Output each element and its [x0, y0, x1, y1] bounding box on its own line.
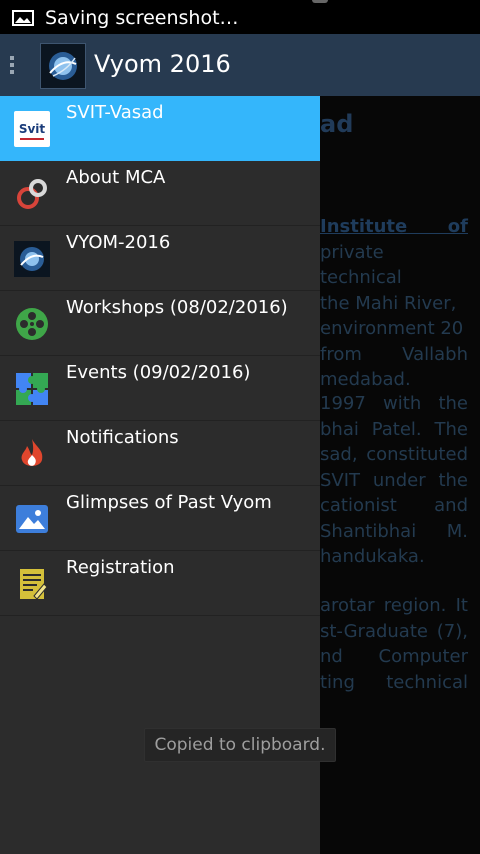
- drawer-item-events[interactable]: Events (09/02/2016): [0, 356, 320, 421]
- para-line: the Mahi River,: [320, 292, 457, 314]
- para-line: bhai Patel. The: [320, 418, 468, 440]
- para-line: from Vallabh: [320, 343, 468, 365]
- para-line: environment 20: [320, 318, 464, 339]
- para-line: 1997 with the: [320, 393, 468, 414]
- svit-logo-icon: Svit: [14, 111, 50, 147]
- content-paragraph-2: 1997 with the bhai Patel. The sad, const…: [320, 391, 468, 570]
- para-line: st-Graduate (7),: [320, 620, 468, 642]
- drawer-item-workshops[interactable]: Workshops (08/02/2016): [0, 291, 320, 356]
- drawer-menu-icon[interactable]: [8, 54, 16, 78]
- film-reel-icon: [16, 308, 48, 340]
- para-line: private technical: [320, 241, 402, 289]
- para-line: cationist and: [320, 495, 468, 516]
- drawer-item-label: Registration: [66, 557, 175, 578]
- para-line: nd Computer: [320, 646, 468, 667]
- para-line: arotar region. It: [320, 595, 468, 616]
- drawer-item-notifications[interactable]: Notifications: [0, 421, 320, 486]
- drawer-item-label: VYOM-2016: [66, 232, 171, 253]
- drawer-item-svit-vasad[interactable]: Svit SVIT-Vasad: [0, 96, 320, 161]
- para-line: ting technical: [320, 671, 468, 693]
- para-line: Shantibhai M.: [320, 520, 468, 542]
- drawer-item-label: Glimpses of Past Vyom: [66, 492, 272, 513]
- app-title: Vyom 2016: [94, 50, 231, 78]
- drawer-item-label: SVIT-Vasad: [66, 102, 164, 123]
- drawer-item-label: Workshops (08/02/2016): [66, 297, 288, 318]
- mca-icon: [17, 179, 47, 209]
- action-bar: Vyom 2016: [0, 34, 480, 96]
- background-content: ad Institute of private technical the Ma…: [320, 96, 480, 854]
- vyom-logo-icon[interactable]: [40, 43, 86, 89]
- drawer-item-label: Notifications: [66, 427, 179, 448]
- document-icon: [20, 569, 48, 600]
- status-text: Saving screenshot…: [45, 7, 239, 29]
- status-bar: Saving screenshot…: [0, 0, 480, 34]
- picture-icon: [16, 505, 48, 533]
- drawer-item-vyom-2016[interactable]: VYOM-2016: [0, 226, 320, 291]
- toast-message: Copied to clipboard.: [144, 728, 336, 762]
- svg-text:Svit: Svit: [19, 122, 46, 136]
- puzzle-icon: [16, 373, 48, 405]
- image-icon: [12, 10, 34, 26]
- drawer-item-glimpses[interactable]: Glimpses of Past Vyom: [0, 486, 320, 551]
- vyom-logo-icon: [14, 241, 50, 277]
- status-indicator: [312, 0, 328, 3]
- content-paragraph-3: arotar region. It st-Graduate (7), nd Co…: [320, 593, 468, 695]
- para-line: sad, constituted: [320, 444, 468, 465]
- drawer-item-label: About MCA: [66, 167, 166, 188]
- content-paragraph-1: Institute of private technical the Mahi …: [320, 214, 468, 393]
- drawer-item-about-mca[interactable]: About MCA: [0, 161, 320, 226]
- content-heading: ad: [320, 110, 354, 138]
- para-line: SVIT under the: [320, 469, 468, 491]
- para-line: medabad.: [320, 369, 411, 390]
- drawer-item-label: Events (09/02/2016): [66, 362, 251, 383]
- flame-icon: [21, 439, 43, 466]
- drawer-item-registration[interactable]: Registration: [0, 551, 320, 616]
- para-line: Institute of: [320, 216, 468, 237]
- para-line: handukaka.: [320, 546, 425, 567]
